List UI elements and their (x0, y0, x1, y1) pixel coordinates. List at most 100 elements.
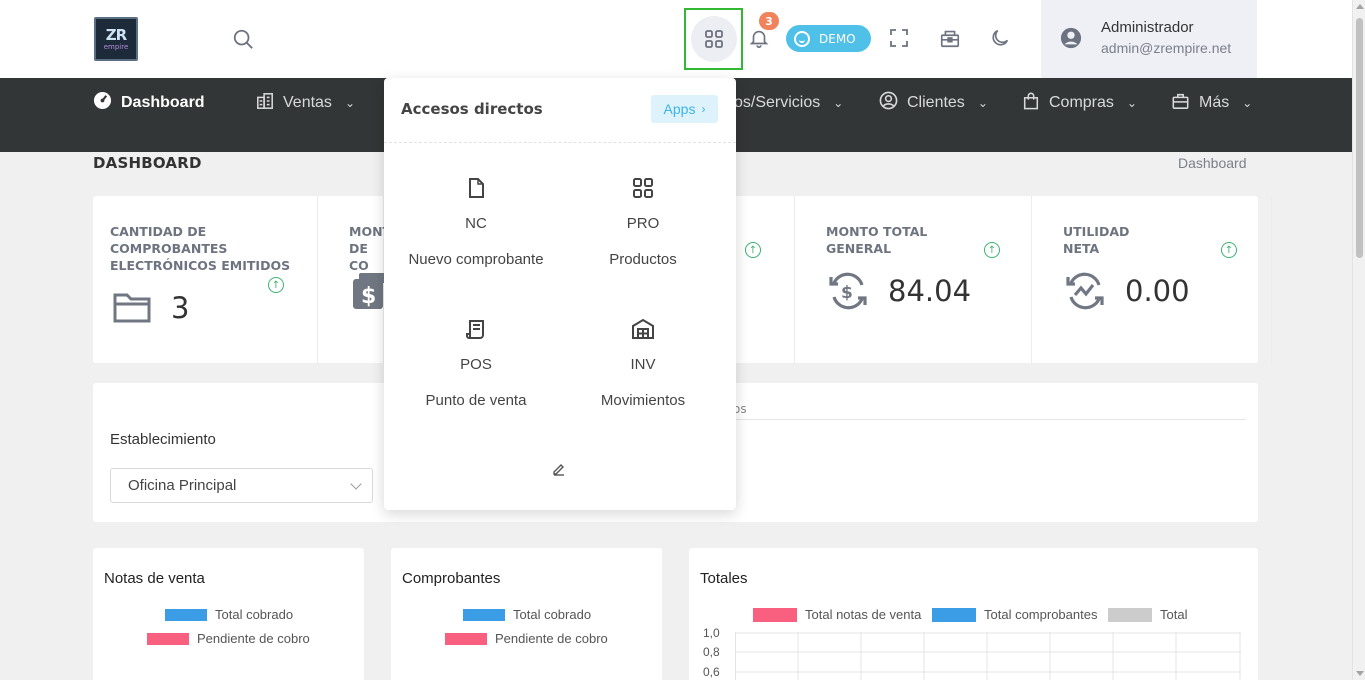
stat-label: UTILIDAD NETA (1063, 224, 1130, 256)
stat-value: 3 (171, 291, 190, 325)
user-name: Administrador (1101, 19, 1194, 36)
chevron-down-icon: ⌄ (344, 96, 355, 110)
nav-label: os/Servicios (734, 94, 821, 111)
fullscreen-icon[interactable] (887, 26, 911, 50)
user-avatar-icon (1060, 27, 1082, 53)
legend-item[interactable]: Total comprobantes (932, 607, 1097, 622)
legend-item[interactable]: Total cobrado (165, 607, 293, 622)
grid-icon (555, 177, 731, 203)
moon-icon[interactable] (987, 25, 1013, 51)
nav-ventas[interactable]: Ventas ⌄ (256, 78, 355, 128)
legend-label: Pendiente de cobro (495, 631, 608, 646)
search-icon[interactable] (230, 26, 256, 52)
stat-utilidad: UTILIDAD NETA ↑ 0.00 (1032, 196, 1258, 363)
chart-comprobantes: Comprobantes Total cobrado Pendiente de … (391, 548, 662, 680)
store-icon[interactable] (937, 25, 963, 51)
chart-title: Totales (700, 570, 748, 587)
apps-link-button[interactable]: Apps › (651, 95, 718, 123)
svg-text:$: $ (841, 283, 853, 303)
legend-item[interactable]: Pendiente de cobro (445, 631, 608, 646)
stat-label: CANTIDAD DE COMPROBANTES ELECTRÓNICOS EM… (110, 224, 291, 273)
shortcut-code: NC (465, 215, 487, 232)
briefcase-icon (1171, 92, 1190, 115)
logo-text: ZR (105, 25, 127, 44)
legend-item[interactable]: Total (1108, 607, 1187, 622)
chart-totales: Totales Total notas de venta Total compr… (689, 548, 1258, 680)
nav-productos-servicios[interactable]: os/Servicios ⌄ (734, 78, 843, 128)
divider (1271, 196, 1272, 363)
gauge-icon (93, 91, 112, 115)
grid-icon (690, 16, 737, 62)
legend-label: Total (1160, 607, 1188, 622)
stat-monto-total: MONTO TOTAL GENERAL ↑ $ 84.04 (794, 196, 1032, 363)
shortcut-name: Movimientos (600, 392, 686, 409)
legend-swatch (932, 607, 976, 622)
app-logo[interactable]: ZR empire (94, 17, 138, 61)
page-scrollbar[interactable] (1352, 0, 1365, 680)
pencil-icon[interactable] (552, 461, 566, 480)
y-tick-label: 0,6 (703, 665, 720, 679)
shortcut-code: INV (630, 356, 656, 373)
top-header: ZR empire 3 DEMO Administrador admin@zre… (0, 0, 1352, 78)
shortcut-name: Nuevo comprobante (408, 251, 544, 268)
scroll-up-arrow-icon[interactable] (1356, 4, 1364, 9)
chart-title: Notas de venta (104, 570, 205, 587)
nav-label: Más (1199, 94, 1230, 111)
demo-label: DEMO (819, 31, 856, 46)
y-tick-label: 1,0 (703, 626, 720, 640)
shortcut-name: Punto de venta (425, 392, 527, 409)
nav-mas[interactable]: Más ⌄ (1171, 78, 1252, 128)
demo-toggle[interactable]: DEMO (786, 25, 871, 52)
scroll-down-arrow-icon[interactable] (1356, 671, 1364, 676)
shortcut-productos[interactable]: PRO Productos (555, 177, 731, 268)
apps-button[interactable] (684, 8, 743, 70)
stat-value: 84.04 (888, 274, 972, 308)
breadcrumb[interactable]: Dashboard (1178, 155, 1247, 171)
establecimiento-select[interactable]: Oficina Principal (110, 468, 373, 503)
legend-item[interactable]: Total notas de venta (753, 607, 921, 622)
legend-swatch (445, 632, 487, 645)
chart-notas-venta: Notas de venta Total cobrado Pendiente d… (93, 548, 364, 680)
warehouse-icon (555, 318, 731, 344)
stat-label: MONT DE CO (349, 224, 389, 273)
chevron-down-icon: ⌄ (1126, 96, 1137, 110)
chevron-down-icon: ⌄ (977, 96, 988, 110)
shortcut-nuevo-comprobante[interactable]: NC Nuevo comprobante (388, 177, 564, 268)
stat-monto-comprobantes: MONT DE CO $ (318, 196, 389, 363)
shortcut-name: Productos (609, 251, 677, 268)
shortcut-punto-de-venta[interactable]: POS Punto de venta (388, 318, 564, 409)
notification-badge: 3 (759, 12, 779, 30)
arrow-up-circle-icon: ↑ (745, 242, 761, 258)
dropdown-title: Accesos directos (401, 100, 543, 118)
nav-clientes[interactable]: Clientes ⌄ (879, 78, 988, 128)
legend-swatch (165, 608, 207, 621)
user-menu[interactable]: Administrador admin@zrempire.net (1041, 0, 1257, 78)
user-circle-icon (879, 91, 898, 115)
legend-label: Total cobrado (513, 607, 592, 622)
svg-text:$: $ (361, 284, 376, 309)
apps-label: Apps (663, 101, 696, 117)
nav-label: Clientes (907, 94, 965, 111)
legend-item[interactable]: Total cobrado (463, 607, 591, 622)
bag-icon (1022, 91, 1040, 115)
nav-label: Compras (1049, 94, 1114, 111)
legend-swatch (463, 608, 505, 621)
shortcut-code: POS (460, 356, 492, 373)
legend-swatch (1108, 607, 1152, 622)
chevron-down-icon (350, 478, 362, 490)
shortcut-movimientos[interactable]: INV Movimientos (555, 318, 731, 409)
nav-compras[interactable]: Compras ⌄ (1022, 78, 1137, 128)
legend-item[interactable]: Pendiente de cobro (147, 631, 310, 646)
chart-grid (735, 632, 1241, 680)
shortcut-code: PRO (626, 215, 660, 232)
legend-label: Total notas de venta (805, 607, 922, 622)
user-email: admin@zrempire.net (1101, 40, 1232, 56)
dollar-cycle-icon: $ (828, 271, 868, 315)
nav-dashboard[interactable]: Dashboard (93, 78, 205, 128)
scrollbar-thumb[interactable] (1356, 18, 1363, 258)
divider (736, 419, 1246, 420)
legend-label: Pendiente de cobro (197, 631, 310, 646)
receipt-icon (388, 318, 564, 344)
stat-comprobantes: CANTIDAD DE COMPROBANTES ELECTRÓNICOS EM… (93, 196, 318, 363)
arrow-up-circle-icon: ↑ (984, 242, 1000, 258)
